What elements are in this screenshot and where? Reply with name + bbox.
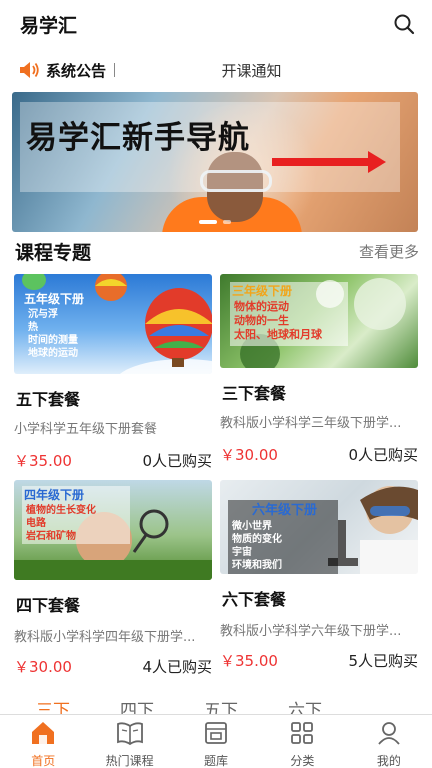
thumbnail-item: 环境和我们	[232, 560, 282, 571]
thumbnail-item: 电路	[26, 518, 46, 529]
nav-home[interactable]: 首页	[0, 715, 86, 768]
search-button[interactable]	[390, 10, 418, 38]
thumbnail-item: 物质的变化	[232, 534, 282, 545]
course-sold-count: 0人已购买	[348, 446, 418, 464]
thumbnail-items: 植物的生长变化 电路 岩石和矿物	[26, 504, 96, 543]
course-card[interactable]: 四年级下册 植物的生长变化 电路 岩石和矿物 四下套餐 教科版小学科学四年级下册…	[14, 480, 212, 680]
courses-section-header: 课程专题 查看更多	[15, 236, 419, 266]
nav-category[interactable]: 分类	[259, 715, 345, 768]
course-sold-count: 5人已购买	[348, 652, 418, 670]
thumbnail-title: 五年级下册	[24, 292, 85, 306]
banner-title: 易学汇新手导航	[26, 120, 250, 156]
home-icon	[29, 720, 57, 746]
thumbnail-title: 三年级下册	[232, 284, 293, 298]
thumbnail-item: 岩石和矿物	[26, 531, 76, 542]
notice-bar[interactable]: 系统公告 开课通知	[0, 54, 432, 86]
course-name: 五下套餐	[16, 390, 81, 409]
nav-profile[interactable]: 我的	[346, 715, 432, 768]
thumbnail-title: 四年级下册	[24, 488, 85, 502]
nav-question-bank[interactable]: 题库	[173, 715, 259, 768]
carousel-dot[interactable]	[223, 220, 231, 224]
course-price: ￥35.00	[220, 652, 278, 670]
carousel-dot[interactable]	[199, 220, 217, 224]
notice-label: 系统公告	[46, 61, 107, 80]
nav-label: 首页	[31, 754, 56, 768]
app-title: 易学汇	[20, 14, 78, 37]
thumbnail-item: 微小世界	[232, 521, 272, 532]
thumbnail-item: 植物的生长变化	[26, 505, 96, 516]
question-bank-icon	[202, 720, 230, 746]
course-thumbnail: 四年级下册 植物的生长变化 电路 岩石和矿物	[14, 480, 212, 580]
nav-label: 题库	[204, 754, 229, 768]
thumbnail-item: 时间的测量	[28, 335, 78, 346]
nav-label: 分类	[290, 754, 315, 768]
banner-arrow-icon	[272, 158, 370, 166]
banner-carousel[interactable]: 易学汇新手导航	[12, 92, 418, 232]
course-name: 三下套餐	[222, 384, 287, 403]
course-name: 四下套餐	[16, 596, 81, 615]
course-description: 小学科学五年级下册套餐	[14, 422, 158, 437]
course-thumbnail: 五年级下册 沉与浮 热 时间的测量 地球的运动	[14, 274, 212, 374]
section-title: 课程专题	[15, 241, 92, 264]
course-price: ￥30.00	[14, 658, 72, 676]
carousel-indicator	[12, 220, 418, 224]
thumbnail-item: 热	[28, 322, 38, 333]
course-card[interactable]: 五年级下册 沉与浮 热 时间的测量 地球的运动 五下套餐 小学科学五年级下册套餐…	[14, 274, 212, 474]
category-icon	[288, 720, 316, 746]
book-icon	[116, 720, 144, 746]
user-icon	[375, 720, 403, 746]
thumbnail-item: 太阳、地球和月球	[234, 328, 322, 341]
course-card[interactable]: 六年级下册 微小世界 物质的变化 宇宙 环境和我们 六下套餐 教科版小学科学六年…	[220, 480, 418, 676]
nav-label: 热门课程	[105, 754, 154, 768]
see-more-link[interactable]: 查看更多	[359, 241, 419, 262]
thumbnail-title: 六年级下册	[252, 503, 318, 518]
notice-text[interactable]: 开课通知	[125, 60, 418, 81]
course-description: 教科版小学科学四年级下册学...	[14, 630, 196, 645]
course-price: ￥35.00	[14, 452, 72, 470]
thumbnail-items: 沉与浮 热 时间的测量 地球的运动	[28, 308, 78, 360]
thumbnail-items: 微小世界 物质的变化 宇宙 环境和我们	[232, 520, 282, 572]
nav-hot-courses[interactable]: 热门课程	[86, 715, 172, 768]
bottom-navigation: 首页 热门课程 题库 分类 我的	[0, 714, 432, 768]
speaker-icon	[20, 62, 39, 78]
course-sold-count: 4人已购买	[142, 658, 212, 676]
course-price: ￥30.00	[220, 446, 278, 464]
course-card[interactable]: 三年级下册 物体的运动 动物的一生 太阳、地球和月球 三下套餐 教科版小学科学三…	[220, 274, 418, 470]
course-sold-count: 0人已购买	[142, 452, 212, 470]
course-thumbnail: 六年级下册 微小世界 物质的变化 宇宙 环境和我们	[220, 480, 418, 574]
nav-label: 我的	[376, 754, 401, 768]
course-name: 六下套餐	[222, 590, 287, 609]
thumbnail-item: 沉与浮	[28, 309, 58, 320]
thumbnail-item: 宇宙	[232, 547, 252, 558]
thumbnail-items: 物体的运动 动物的一生 太阳、地球和月球	[234, 300, 322, 342]
notice-divider	[114, 63, 116, 77]
course-thumbnail: 三年级下册 物体的运动 动物的一生 太阳、地球和月球	[220, 274, 418, 368]
thumbnail-item: 地球的运动	[28, 348, 78, 359]
course-description: 教科版小学科学三年级下册学...	[220, 416, 402, 431]
app-header: 易学汇	[0, 0, 432, 48]
thumbnail-item: 物体的运动	[234, 300, 289, 313]
search-icon	[394, 14, 415, 35]
thumbnail-item: 动物的一生	[234, 314, 289, 327]
banner-arrow-head	[368, 151, 386, 173]
course-description: 教科版小学科学六年级下册学...	[220, 624, 402, 639]
